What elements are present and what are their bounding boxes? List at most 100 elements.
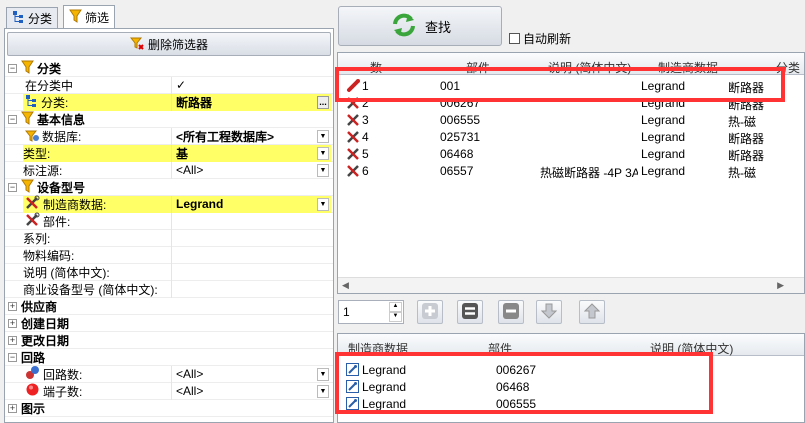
property-category[interactable]: + 更改日期 [5, 332, 333, 349]
table-row[interactable]: 2 006267 Legrand 断路器 [338, 94, 804, 112]
property-value[interactable]: <All> ▼ [171, 161, 331, 179]
col-header-part-bottom[interactable]: 部件 [488, 340, 512, 356]
property-value[interactable] [171, 246, 331, 264]
property-row[interactable]: 商业设备型号 (简体中文): [5, 280, 333, 298]
col-header-manufacturer[interactable]: 制造商数据 [658, 59, 718, 75]
col-header-description[interactable]: 说明 (简体中文) [548, 59, 634, 75]
dropdown-arrow-icon[interactable]: ▼ [317, 146, 329, 160]
property-row[interactable]: 系列: [5, 229, 333, 247]
property-label-text: 在分类中 [25, 78, 74, 93]
arrow-up-icon [583, 302, 601, 322]
collapse-icon[interactable]: − [8, 64, 17, 73]
collapse-icon[interactable]: − [8, 115, 17, 124]
category-label-text: 创建日期 [21, 316, 70, 331]
property-row[interactable]: 制造商数据: Legrand ▼ [5, 195, 333, 213]
tab-category[interactable]: 分类 [6, 7, 59, 28]
collapse-icon[interactable]: − [8, 183, 17, 192]
list-item[interactable]: Legrand 006555 [338, 395, 804, 412]
ellipsis-button[interactable]: ... [317, 95, 329, 109]
table-row[interactable]: 3 006555 Legrand 热-磁 [338, 111, 804, 129]
stepper-down-icon[interactable]: ▼ [389, 312, 402, 322]
property-category[interactable]: − 基本信息 [5, 111, 333, 128]
category-label: 回路 [21, 349, 45, 366]
quantity-stepper[interactable]: 1 ▲ ▼ [338, 300, 404, 324]
dropdown-arrow-icon[interactable]: ▼ [317, 163, 329, 177]
property-label: 类型: [23, 144, 171, 162]
auto-refresh-checkbox[interactable]: 自动刷新 [509, 30, 571, 47]
property-value[interactable]: <All> ▼ [171, 382, 331, 400]
expand-icon[interactable]: + [8, 336, 17, 345]
col-header-part[interactable]: 部件 [466, 59, 490, 75]
list-item[interactable]: Legrand 006267 [338, 361, 804, 378]
property-value[interactable]: <所有工程数据库> ▼ [171, 127, 331, 145]
property-value[interactable]: ✓ [171, 76, 331, 94]
table-row[interactable]: 1 001 Legrand 断路器 [338, 77, 804, 95]
property-row[interactable]: 标注源: <All> ▼ [5, 161, 333, 179]
refresh-icon [389, 11, 419, 42]
manufacturer-cell: Legrand [641, 147, 686, 161]
remove-button[interactable] [498, 300, 524, 324]
expand-icon[interactable]: + [8, 319, 17, 328]
property-label-text: 标注源: [23, 163, 63, 178]
property-label-text: 分类: [41, 95, 69, 110]
property-category[interactable]: − 分类 [5, 60, 333, 77]
property-row[interactable]: 在分类中 ✓ [5, 76, 333, 94]
property-category[interactable]: + 图示 [5, 400, 333, 417]
add-button[interactable] [417, 300, 443, 324]
table-row[interactable]: 6 06557 热磁断路器 -4P 3A Legrand 热-磁 [338, 162, 804, 180]
property-row[interactable]: 端子数: <All> ▼ [5, 382, 333, 400]
property-row[interactable]: 类型: 基 ▼ [5, 144, 333, 162]
auto-refresh-box[interactable] [509, 33, 520, 44]
property-value[interactable] [171, 212, 331, 230]
property-label-text: 类型: [23, 146, 51, 161]
property-row[interactable]: 物料编码: [5, 246, 333, 264]
col-header-manufacturer-bottom[interactable]: 制造商数据 [348, 340, 408, 356]
property-category[interactable]: − 回路 [5, 349, 333, 366]
property-value[interactable]: Legrand ▼ [171, 195, 331, 213]
dropdown-arrow-icon[interactable]: ▼ [317, 197, 329, 211]
category-label-text: 图示 [21, 401, 46, 416]
category-cell: 热-磁 [728, 166, 756, 180]
table-row[interactable]: 4 025731 Legrand 断路器 [338, 128, 804, 146]
circuit-icon [25, 365, 40, 383]
col-header-description-bottom[interactable]: 说明 (简体中文) [650, 340, 733, 356]
in-category-checkbox[interactable]: ✓ [176, 78, 186, 92]
property-value-text: <所有工程数据库> [176, 129, 275, 144]
expand-icon[interactable]: + [8, 404, 17, 413]
property-row[interactable]: 数据库: <所有工程数据库> ▼ [5, 127, 333, 145]
stepper-up-icon[interactable]: ▲ [389, 302, 402, 312]
dropdown-arrow-icon[interactable]: ▼ [317, 384, 329, 398]
property-row[interactable]: 回路数: <All> ▼ [5, 365, 333, 383]
property-value[interactable] [171, 263, 331, 281]
tab-category-label: 分类 [28, 11, 53, 26]
property-row[interactable]: 说明 (简体中文): [5, 263, 333, 281]
tab-filter[interactable]: 筛选 [63, 5, 116, 28]
replace-button[interactable] [457, 300, 483, 324]
dropdown-arrow-icon[interactable]: ▼ [317, 367, 329, 381]
property-value[interactable] [171, 229, 331, 247]
property-label: 回路数: [23, 366, 82, 383]
property-row[interactable]: 部件: [5, 212, 333, 230]
property-value[interactable]: <All> ▼ [171, 365, 331, 383]
property-label: 数据库: [23, 128, 81, 145]
property-category[interactable]: + 供应商 [5, 298, 333, 315]
property-category[interactable]: + 创建日期 [5, 315, 333, 332]
property-value[interactable]: 断路器... [171, 93, 331, 111]
move-down-button[interactable] [536, 300, 562, 324]
delete-filter-button[interactable]: 删除筛选器 [7, 32, 331, 56]
move-up-button[interactable] [579, 300, 605, 324]
property-value-text: 基 [176, 146, 189, 161]
search-button[interactable]: 查找 [338, 6, 502, 46]
expand-icon[interactable]: + [8, 302, 17, 311]
horizontal-scrollbar[interactable]: ◀ ▶ [338, 277, 804, 293]
property-value[interactable]: 基 ▼ [171, 144, 331, 162]
dropdown-arrow-icon[interactable]: ▼ [317, 129, 329, 143]
col-header-number[interactable]: 数 [370, 59, 382, 75]
col-header-category[interactable]: 分类 [776, 59, 800, 75]
collapse-icon[interactable]: − [8, 353, 17, 362]
table-row[interactable]: 5 06468 Legrand 断路器 [338, 145, 804, 163]
list-item[interactable]: Legrand 06468 [338, 378, 804, 395]
property-row[interactable]: 分类: 断路器... [5, 93, 333, 111]
property-value[interactable] [171, 280, 331, 298]
property-category[interactable]: − 设备型号 [5, 179, 333, 196]
